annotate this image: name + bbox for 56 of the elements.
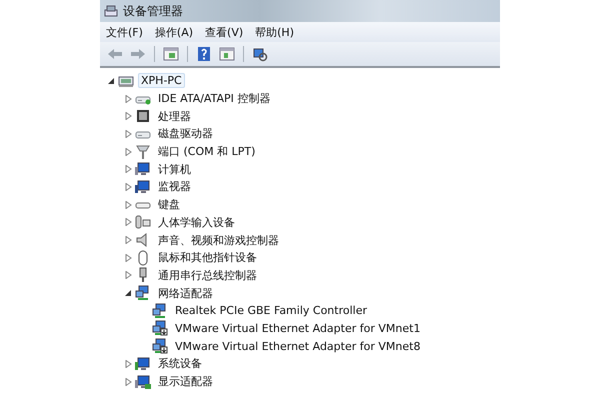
collapsed-arrow-icon[interactable] [124, 236, 132, 244]
menu-item[interactable]: 帮助(H) [255, 24, 294, 40]
window-pane-icon [219, 47, 235, 61]
network-icon [152, 338, 168, 354]
tree-item[interactable]: 端口 (COM 和 LPT) [155, 143, 258, 160]
collapsed-arrow-icon[interactable] [124, 94, 132, 103]
network-icon [152, 320, 168, 336]
tree-item[interactable]: Realtek PCIe GBE Family Controller [172, 303, 370, 318]
plug-icon [135, 144, 151, 160]
collapsed-arrow-icon[interactable] [124, 254, 132, 262]
menu-item[interactable]: 文件(F) [106, 24, 143, 40]
input-device-icon [135, 214, 151, 230]
computer-icon [135, 356, 151, 372]
monitor-icon [135, 178, 151, 195]
chip-icon [135, 108, 151, 124]
collapsed-arrow-icon[interactable] [124, 130, 132, 138]
tree-item[interactable]: IDE ATA/ATAPI 控制器 [155, 90, 274, 108]
tree-item[interactable]: 监视器 [155, 178, 194, 196]
tree-item[interactable]: 键盘 [155, 196, 183, 214]
expanded-arrow-icon[interactable] [124, 289, 132, 298]
tree-item[interactable]: VMware Virtual Ethernet Adapter for VMnet8 [172, 338, 424, 354]
tree-item[interactable]: XPH-PC [138, 73, 185, 88]
computer-icon [135, 161, 151, 178]
tree-item[interactable]: 通用串行总线控制器 [155, 266, 260, 284]
monitor-magnifier-icon [252, 46, 268, 62]
tree-item[interactable]: 磁盘驱动器 [155, 125, 216, 142]
window-pane-icon [163, 47, 179, 61]
back-arrow-icon [107, 48, 123, 60]
collapsed-arrow-icon[interactable] [124, 148, 132, 156]
expanded-arrow-icon[interactable] [108, 76, 114, 85]
app-icon [104, 4, 118, 18]
collapsed-arrow-icon[interactable] [124, 200, 132, 209]
collapsed-arrow-icon[interactable] [124, 360, 132, 368]
collapsed-arrow-icon[interactable] [124, 218, 132, 226]
collapsed-arrow-icon[interactable] [124, 165, 132, 174]
tree-item[interactable]: 计算机 [155, 160, 194, 178]
tree-item[interactable]: 网络适配器 [155, 284, 216, 302]
tree-item[interactable]: 系统设备 [155, 355, 205, 372]
monitor-icon [135, 374, 151, 390]
tree-item[interactable]: VMware Virtual Ethernet Adapter for VMnet1 [172, 320, 424, 336]
help-icon [197, 46, 211, 62]
tree-item[interactable]: 显示适配器 [155, 373, 216, 390]
tree-item[interactable]: 鼠标和其他指针设备 [155, 249, 260, 266]
tree-item[interactable]: 处理器 [155, 108, 194, 125]
menu-item[interactable]: 操作(A) [154, 24, 194, 40]
forward-arrow-icon [130, 48, 146, 60]
window-title: 设备管理器 [123, 2, 183, 20]
tree-item[interactable]: 人体学输入设备 [155, 214, 238, 231]
tree-item[interactable]: 声音、视频和游戏控制器 [155, 232, 282, 249]
network-icon [152, 302, 168, 319]
menu-item[interactable]: 查看(V) [205, 24, 244, 40]
collapsed-arrow-icon[interactable] [124, 182, 132, 191]
network-icon [135, 285, 151, 302]
collapsed-arrow-icon[interactable] [124, 112, 132, 120]
collapsed-arrow-icon[interactable] [124, 378, 132, 386]
collapsed-arrow-icon[interactable] [124, 271, 132, 280]
